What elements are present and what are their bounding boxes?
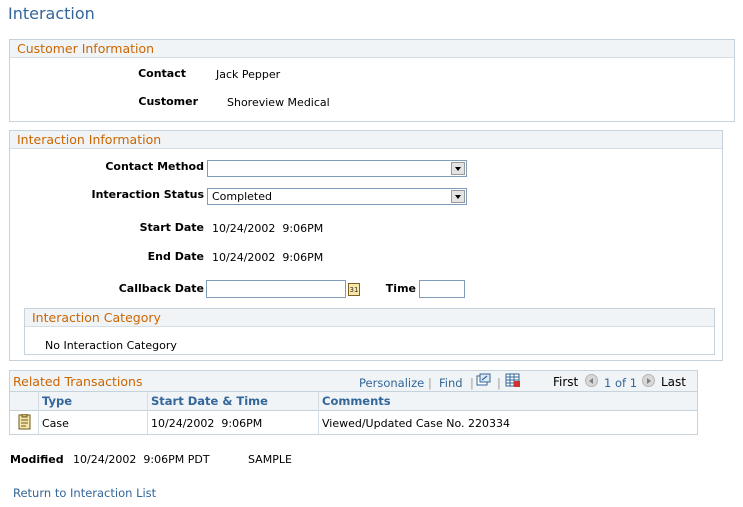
row-comments: Viewed/Updated Case No. 220334 <box>322 417 511 430</box>
return-to-interaction-list-link[interactable]: Return to Interaction List <box>13 486 156 500</box>
personalize-link[interactable]: Personalize <box>359 376 424 390</box>
last-label: Last <box>661 375 686 389</box>
toolbar-separator: | <box>428 376 432 390</box>
interaction-information-header: Interaction Information <box>10 131 722 149</box>
dropdown-arrow-icon[interactable] <box>451 162 465 175</box>
callback-date-input[interactable] <box>206 280 346 298</box>
modified-by: SAMPLE <box>248 453 292 466</box>
contact-method-label: Contact Method <box>105 160 204 173</box>
time-label: Time <box>385 282 416 295</box>
start-date-label: Start Date <box>139 221 204 234</box>
time-input[interactable] <box>419 280 465 298</box>
transaction-detail-icon[interactable] <box>17 414 33 430</box>
find-link[interactable]: Find <box>439 376 463 390</box>
calendar-icon[interactable]: 31 <box>348 283 360 296</box>
end-date-value: 10/24/2002 9:06PM <box>212 251 324 264</box>
customer-information-group: Customer Information Contact Jack Pepper… <box>9 39 735 122</box>
contact-value: Jack Pepper <box>216 68 281 81</box>
row-start-date: 10/24/2002 9:06PM <box>151 417 263 430</box>
no-category-text: No Interaction Category <box>45 339 177 352</box>
column-divider <box>318 392 319 434</box>
grid-header-row: Type Start Date & Time Comments <box>10 392 697 411</box>
dropdown-arrow-icon[interactable] <box>451 190 465 203</box>
customer-value: Shoreview Medical <box>227 96 330 109</box>
page-title: Interaction <box>8 4 95 23</box>
customer-information-header: Customer Information <box>10 40 734 58</box>
first-label: First <box>553 375 579 389</box>
toolbar-separator-3: | <box>497 376 501 390</box>
customer-label: Customer <box>138 95 198 108</box>
start-date-value: 10/24/2002 9:06PM <box>212 222 324 235</box>
interaction-category-group: Interaction Category No Interaction Cate… <box>24 308 715 355</box>
row-range: 1 of 1 <box>604 376 638 390</box>
end-date-label-text: End Date <box>147 250 204 263</box>
related-transactions-title: Related Transactions <box>13 374 143 389</box>
next-arrow-icon[interactable] <box>642 374 655 387</box>
new-window-icon[interactable] <box>476 373 491 387</box>
modified-value: 10/24/2002 9:06PM PDT <box>73 453 210 466</box>
related-transactions-header: Related Transactions Personalize | Find … <box>9 370 698 392</box>
contact-label: Contact <box>138 67 186 80</box>
column-header-comments: Comments <box>322 394 391 408</box>
modified-label: Modified <box>10 453 64 466</box>
previous-arrow-icon[interactable] <box>585 374 598 387</box>
interaction-status-select[interactable]: Completed <box>207 188 467 205</box>
interaction-status-label: Interaction Status <box>91 188 205 201</box>
column-header-type: Type <box>42 394 73 408</box>
interaction-category-header: Interaction Category <box>25 309 714 327</box>
row-type: Case <box>42 417 69 430</box>
contact-method-select[interactable] <box>207 160 467 177</box>
column-header-start-date: Start Date & Time <box>151 394 268 408</box>
column-divider <box>38 392 39 434</box>
toolbar-separator-2: | <box>470 376 474 390</box>
interaction-status-value: Completed <box>212 190 272 203</box>
callback-date-label: Callback Date <box>118 282 204 295</box>
download-spreadsheet-icon[interactable] <box>505 373 521 388</box>
interaction-information-group: Interaction Information Contact Method I… <box>9 130 723 361</box>
related-transactions-grid: Type Start Date & Time Comments Case 10/… <box>9 392 698 435</box>
column-divider <box>147 392 148 434</box>
